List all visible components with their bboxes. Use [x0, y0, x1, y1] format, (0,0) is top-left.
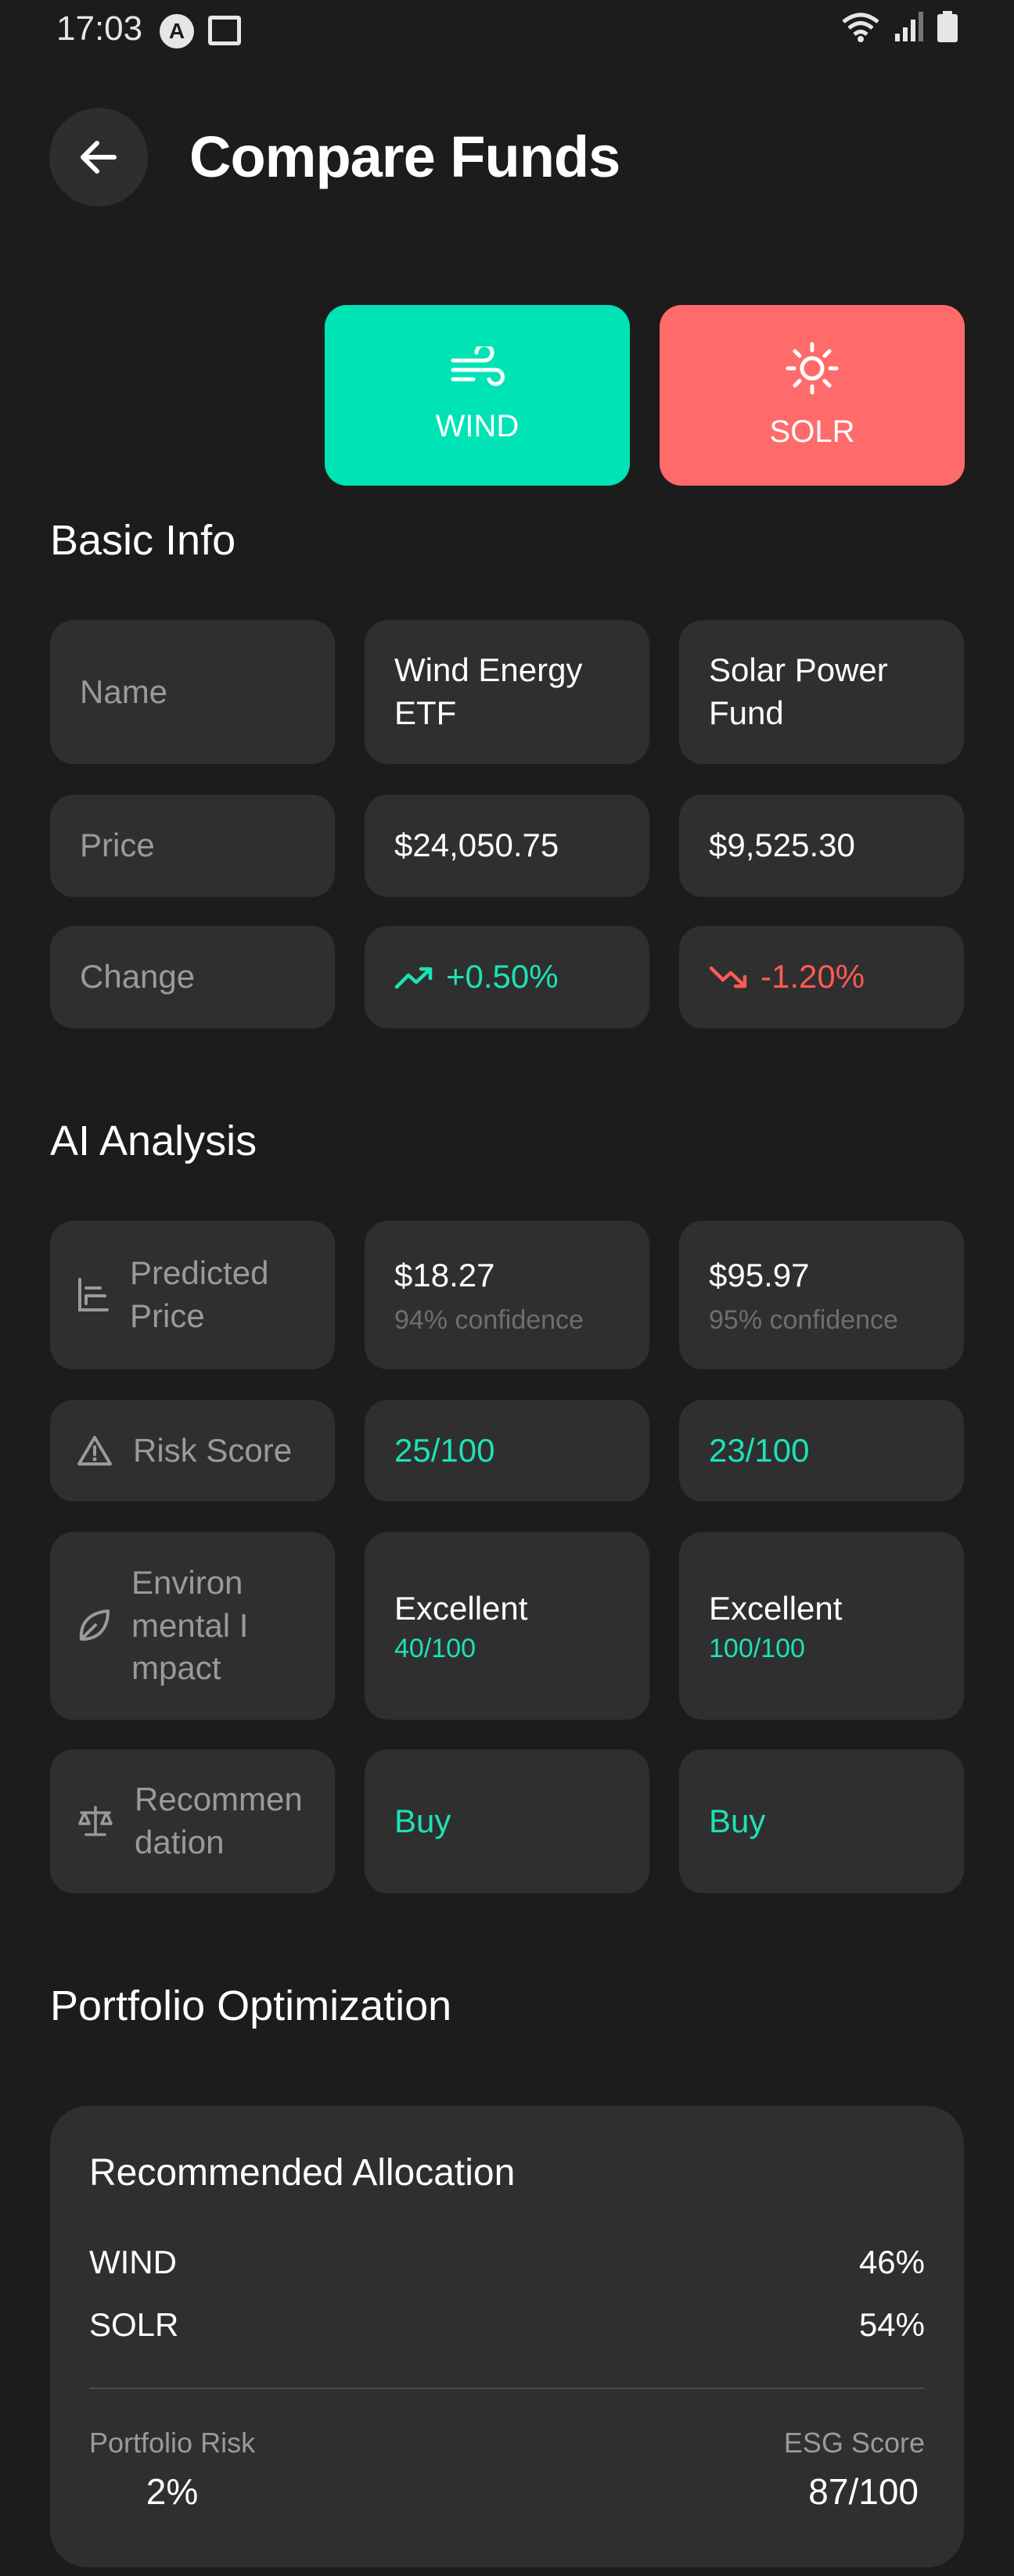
bar-chart-icon: [78, 1278, 109, 1311]
solr-name: Solar Power Fund: [709, 651, 888, 731]
status-indicators: [840, 11, 958, 42]
wind-predicted-price: $18.27: [394, 1257, 495, 1294]
solr-risk-score: 23/100: [709, 1431, 810, 1469]
name-label: Name: [80, 673, 168, 710]
portfolio-optimization-title: Portfolio Optimization: [50, 1982, 452, 2029]
predicted-price-label-cell: Predicted Price: [50, 1221, 335, 1369]
solr-recommendation: Buy: [709, 1802, 766, 1839]
solr-predicted-price: $95.97: [709, 1257, 810, 1294]
wind-name-cell: Wind Energy ETF: [365, 620, 649, 764]
wind-env-rating: Excellent: [394, 1590, 528, 1627]
esg-score: ESG Score 87/100: [784, 2427, 925, 2513]
wind-risk-score: 25/100: [394, 1431, 495, 1469]
recommendation-label-cell: Recommendation: [50, 1749, 335, 1893]
allocation-ticker: SOLR: [89, 2306, 179, 2343]
esg-score-value: 87/100: [808, 2471, 919, 2512]
risk-score-label: Risk Score: [133, 1431, 293, 1469]
wind-icon: [451, 346, 505, 386]
wind-change: +0.50%: [446, 958, 559, 996]
wifi-icon: [842, 13, 879, 42]
fund-card-wind[interactable]: WIND: [325, 305, 630, 486]
predicted-price-label: Predicted Price: [130, 1254, 269, 1334]
solr-environmental-cell: Excellent 100/100: [679, 1532, 964, 1720]
signal-icon: [895, 12, 923, 41]
wind-recommendation-cell: Buy: [365, 1749, 649, 1893]
ai-analysis-title: AI Analysis: [50, 1118, 257, 1164]
wind-price: $24,050.75: [394, 827, 559, 864]
environmental-label: Environmental Impact: [131, 1564, 249, 1687]
page-title: Compare Funds: [189, 124, 620, 189]
esg-score-label: ESG Score: [783, 2427, 925, 2459]
divider: [89, 2388, 925, 2389]
allocation-card-title: Recommended Allocation: [89, 2152, 516, 2194]
allocation-ticker: WIND: [89, 2244, 177, 2280]
wind-price-cell: $24,050.75: [365, 795, 649, 897]
fund-card-solr[interactable]: SOLR: [660, 305, 965, 486]
portfolio-risk-value: 2%: [146, 2471, 199, 2512]
trending-up-icon: [394, 967, 433, 988]
wind-change-cell: +0.50%: [365, 926, 649, 1028]
back-button[interactable]: [49, 108, 148, 206]
leaf-icon: [79, 1609, 110, 1641]
environmental-label-cell: Environmental Impact: [50, 1532, 335, 1720]
allocation-row-wind: WIND 46%: [89, 2244, 925, 2281]
wind-env-score: 40/100: [394, 1633, 476, 1663]
solr-predicted-cell: $95.97 95% confidence: [679, 1221, 964, 1369]
auto-status-icon: A: [160, 14, 194, 48]
price-label: Price: [80, 827, 155, 864]
warning-triangle-icon: [77, 1436, 112, 1466]
fund-ticker-solr: SOLR: [769, 414, 855, 449]
fund-ticker-wind: WIND: [435, 409, 520, 443]
scale-icon: [78, 1806, 113, 1836]
status-time: 17:03: [56, 9, 143, 48]
solr-recommendation-cell: Buy: [679, 1749, 964, 1893]
arrow-left-icon: [81, 141, 117, 174]
wind-confidence: 94% confidence: [394, 1304, 584, 1335]
solr-change: -1.20%: [760, 958, 865, 996]
portfolio-risk-label: Portfolio Risk: [89, 2427, 256, 2459]
battery-icon: [937, 11, 958, 42]
allocation-percent: 54%: [858, 2306, 925, 2343]
trending-down-icon: [709, 966, 747, 988]
allocation-percent: 46%: [858, 2244, 925, 2280]
price-label-cell: Price: [50, 795, 335, 897]
image-status-icon: [208, 16, 241, 45]
recommendation-label: Recommendation: [135, 1781, 303, 1860]
solr-change-cell: -1.20%: [679, 926, 964, 1028]
wind-environmental-cell: Excellent 40/100: [365, 1532, 649, 1720]
wind-name: Wind Energy ETF: [394, 651, 583, 731]
portfolio-risk: Portfolio Risk 2%: [89, 2427, 255, 2513]
wind-predicted-cell: $18.27 94% confidence: [365, 1221, 649, 1369]
solr-name-cell: Solar Power Fund: [679, 620, 964, 764]
solr-risk-cell: 23/100: [679, 1400, 964, 1501]
solr-price-cell: $9,525.30: [679, 795, 964, 897]
wind-recommendation: Buy: [394, 1802, 451, 1839]
solr-env-score: 100/100: [709, 1633, 805, 1663]
change-label-cell: Change: [50, 926, 335, 1028]
change-label: Change: [80, 958, 196, 996]
allocation-card: Recommended Allocation WIND 46% SOLR 54%…: [50, 2106, 964, 2567]
sun-icon: [786, 342, 839, 395]
solr-confidence: 95% confidence: [709, 1304, 898, 1335]
basic-info-title: Basic Info: [50, 517, 236, 564]
solr-price: $9,525.30: [709, 827, 855, 864]
allocation-row-solr: SOLR 54%: [89, 2306, 925, 2344]
name-label-cell: Name: [50, 620, 335, 764]
risk-score-label-cell: Risk Score: [50, 1400, 335, 1501]
solr-env-rating: Excellent: [709, 1590, 843, 1627]
wind-risk-cell: 25/100: [365, 1400, 649, 1501]
